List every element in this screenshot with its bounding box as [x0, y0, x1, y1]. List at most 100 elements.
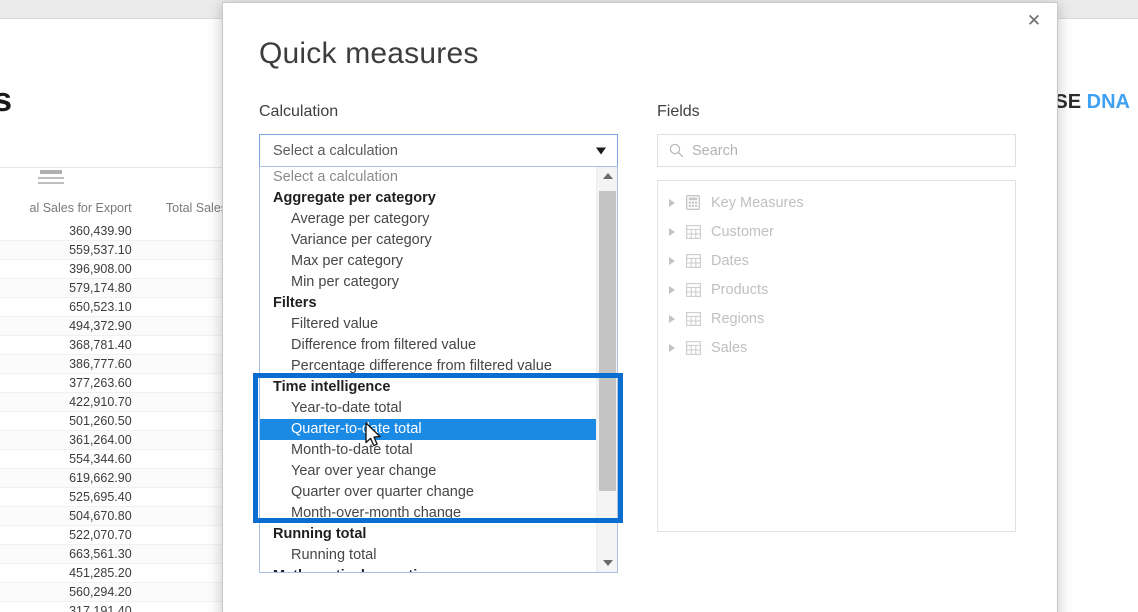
calculation-selected-value: Select a calculation	[273, 142, 398, 159]
table-cell: 1,320,03	[137, 240, 232, 260]
scroll-up-arrow-icon[interactable]	[597, 167, 617, 185]
dropdown-option[interactable]: Min per category	[260, 272, 596, 293]
search-placeholder-text: Search	[692, 142, 738, 159]
table-cell: 1,587,56	[137, 373, 232, 393]
dropdown-option[interactable]: Variance per category	[260, 230, 596, 251]
chevron-right-icon[interactable]	[663, 227, 681, 236]
chevron-right-icon[interactable]	[663, 256, 681, 265]
field-table-label: Products	[711, 281, 769, 298]
dropdown-scrollbar[interactable]	[596, 167, 617, 572]
table-cell: 377,263.60	[0, 373, 138, 393]
report-table-visual: al Sales for Export Total Sales for Whol…	[0, 167, 232, 612]
table-cell: 317,191.40	[0, 601, 138, 612]
table-cell: 386,777.60	[0, 354, 138, 374]
table-row: 619,662.901,471,81	[0, 468, 232, 488]
chevron-down-icon	[596, 147, 606, 154]
table-cell: 1,847,55	[137, 297, 232, 317]
table-row: 663,561.301,434,85	[0, 544, 232, 564]
dropdown-items-container: Select a calculation Aggregate per catego…	[260, 167, 596, 572]
calculation-combobox[interactable]: Select a calculation	[259, 134, 618, 167]
chevron-right-icon[interactable]	[663, 314, 681, 323]
table-row: 525,695.401,757,18	[0, 487, 232, 507]
table-row: 579,174.802,232,53	[0, 278, 232, 298]
column-header-wholesale[interactable]: Total Sales for Whole	[138, 198, 232, 222]
fields-tree-list[interactable]: Key Measures Customer Dates Products Regions…	[657, 180, 1016, 532]
table-cell: 361,264.00	[0, 430, 138, 450]
field-table-row[interactable]: Regions	[658, 304, 1015, 333]
table-cell: 579,174.80	[0, 278, 138, 298]
calculation-column: Calculation Select a calculation Select …	[259, 103, 624, 573]
dropdown-option-selected[interactable]: Quarter-to-date total	[260, 419, 596, 440]
dropdown-option[interactable]: Select a calculation	[260, 167, 596, 188]
field-table-row[interactable]: Dates	[658, 246, 1015, 275]
table-row: 522,070.701,847,90	[0, 525, 232, 545]
table-row: 368,781.401,677,50	[0, 335, 232, 355]
field-table-row[interactable]: Key Measures	[658, 188, 1015, 217]
table-cell: 422,910.70	[0, 392, 138, 412]
field-table-row[interactable]: Customer	[658, 217, 1015, 246]
table-cell: 2,232,53	[137, 278, 232, 298]
chevron-right-icon[interactable]	[663, 343, 681, 352]
table-row: 504,670.802,212,09	[0, 506, 232, 526]
dropdown-option[interactable]: Difference from filtered value	[260, 335, 596, 356]
dropdown-option[interactable]: Running total	[260, 545, 596, 566]
table-row: 494,372.901,463,86	[0, 316, 232, 336]
dropdown-option[interactable]: Year-to-date total	[260, 398, 596, 419]
dropdown-option[interactable]: Filtered value	[260, 314, 596, 335]
dropdown-option[interactable]: Max per category	[260, 251, 596, 272]
field-table-row[interactable]: Products	[658, 275, 1015, 304]
table-cell: 1,919,59	[137, 582, 232, 602]
table-cell: 1,847,90	[137, 525, 232, 545]
screen-root: res SE DNA al Sales for Export Total Sal…	[0, 0, 1138, 612]
table-cell: 650,523.10	[0, 297, 138, 317]
table-row: 360,439.901,650,19	[0, 222, 232, 241]
fields-search-box[interactable]: Search	[657, 134, 1016, 167]
field-table-label: Sales	[711, 339, 748, 356]
table-row: 559,537.101,320,03	[0, 240, 232, 260]
table-row: 451,285.201,762,94	[0, 563, 232, 583]
chevron-right-icon[interactable]	[663, 285, 681, 294]
table-cell: 1,434,85	[137, 544, 232, 564]
table-cell: 451,285.20	[0, 563, 138, 583]
table-cell: 1,466,71	[137, 392, 232, 412]
table-row: 422,910.701,466,71	[0, 392, 232, 412]
dropdown-group-header: Mathematical operations	[260, 566, 596, 572]
column-header-export[interactable]: al Sales for Export	[0, 198, 138, 222]
table-row: 501,260.501,556,56	[0, 411, 232, 431]
dropdown-group-header: Filters	[273, 295, 317, 311]
report-page-title: res	[0, 81, 12, 119]
data-table: al Sales for Export Total Sales for Whol…	[0, 198, 232, 612]
table-drag-handle[interactable]	[36, 170, 66, 184]
table-cell: 1,463,86	[137, 316, 232, 336]
table-cell: 1,762,94	[137, 563, 232, 583]
close-icon[interactable]: ✕	[1017, 5, 1051, 37]
table-icon	[681, 253, 705, 268]
table-cell: 1,507,76	[137, 449, 232, 469]
table-icon	[681, 340, 705, 355]
table-cell: 522,070.70	[0, 525, 138, 545]
table-cell: 1,632,14	[137, 430, 232, 450]
table-cell: 559,537.10	[0, 240, 138, 260]
dropdown-option[interactable]: Percentage difference from filtered valu…	[260, 356, 596, 377]
search-icon	[669, 143, 684, 158]
scrollbar-thumb[interactable]	[599, 191, 616, 491]
field-table-label: Key Measures	[711, 194, 804, 211]
dropdown-option[interactable]: Year over year change	[260, 461, 596, 482]
table-cell: 494,372.90	[0, 316, 138, 336]
chevron-right-icon[interactable]	[663, 198, 681, 207]
table-icon	[681, 282, 705, 297]
dropdown-option[interactable]: Month-to-date total	[260, 440, 596, 461]
calculation-dropdown-list[interactable]: Select a calculation Aggregate per catego…	[259, 166, 618, 573]
scroll-down-arrow-icon[interactable]	[597, 554, 617, 572]
table-cell: 560,294.20	[0, 582, 138, 602]
table-row: 554,344.601,507,76	[0, 449, 232, 469]
table-cell: 504,670.80	[0, 506, 138, 526]
table-cell: 1,556,56	[137, 411, 232, 431]
dropdown-option[interactable]: Month-over-month change	[260, 503, 596, 524]
table-cell: 554,344.60	[0, 449, 138, 469]
table-cell: 1,534,56	[137, 354, 232, 374]
field-table-row[interactable]: Sales	[658, 333, 1015, 362]
calculation-section-label: Calculation	[259, 103, 339, 120]
dropdown-option[interactable]: Average per category	[260, 209, 596, 230]
dropdown-option[interactable]: Quarter over quarter change	[260, 482, 596, 503]
